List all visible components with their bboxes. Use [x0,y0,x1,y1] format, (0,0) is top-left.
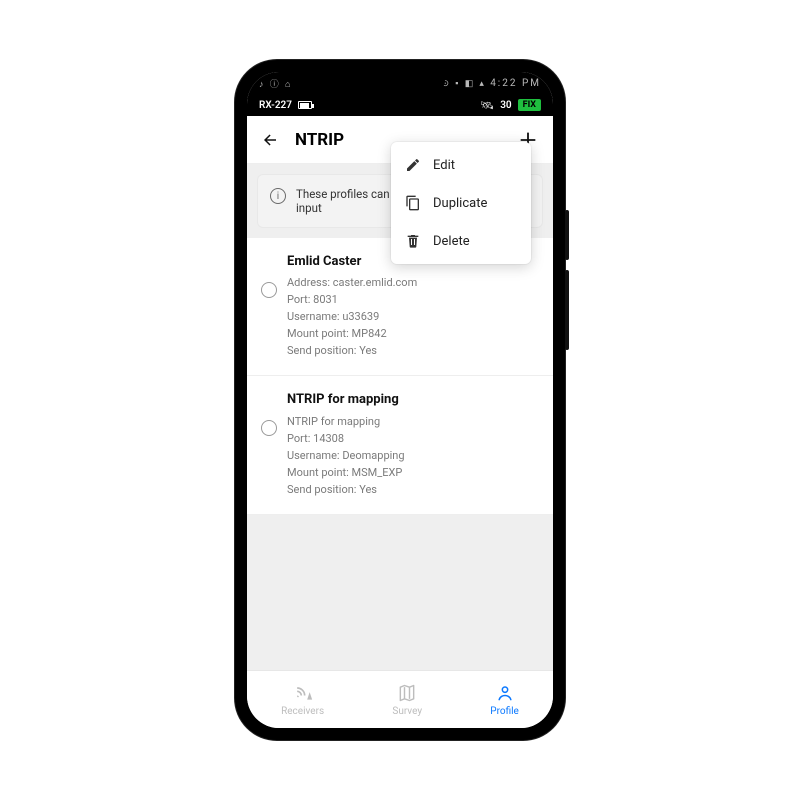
trash-icon [405,233,421,249]
profile-detail: Mount point: MP842 [287,325,417,342]
fix-status-badge: FIX [518,99,541,111]
profile-title: NTRIP for mapping [287,390,405,410]
nav-label: Receivers [281,706,324,717]
phone-side-button [565,270,569,350]
profile-detail: Mount point: MSM_EXP [287,464,405,481]
radio-select[interactable] [261,282,277,298]
app-statusbar: RX-227 🛰 30 FIX [247,94,553,116]
bottom-nav: Receivers Survey Profile [247,670,553,728]
nav-label: Survey [392,706,422,717]
satellite-icon: 🛰 [480,99,494,112]
context-menu: Edit Duplicate Delete [391,164,531,264]
context-menu-label: Duplicate [433,196,487,211]
profile-body: NTRIP for mapping NTRIP for mapping Port… [287,390,405,497]
nav-profile[interactable]: Profile [490,683,519,717]
context-menu-edit[interactable]: Edit [391,164,531,184]
profile-detail: Address: caster.emlid.com [287,274,417,291]
profile-body: Emlid Caster Address: caster.emlid.com P… [287,252,417,359]
profile-detail: Username: u33639 [287,308,417,325]
context-menu-label: Delete [433,234,470,249]
context-menu-duplicate[interactable]: Duplicate [391,184,531,222]
profile-detail: Send position: Yes [287,342,417,359]
context-menu-label: Edit [433,164,455,173]
user-icon [495,683,515,703]
phone-notch [355,72,445,94]
profiles-list: Emlid Caster Address: caster.emlid.com P… [247,238,553,515]
phone-frame: ♪ ⓘ ⌂ ⊙ ▪ ◧ ▴ 4:22 PM RX-227 🛰 30 FIX N [235,60,565,740]
profile-detail: Send position: Yes [287,481,405,498]
system-icons: ⊙ ▪ ◧ ▴ [442,79,486,89]
screen: ♪ ⓘ ⌂ ⊙ ▪ ◧ ▴ 4:22 PM RX-227 🛰 30 FIX N [247,72,553,728]
status-left-icons: ♪ ⓘ ⌂ [259,77,292,90]
content-area: i These profiles can be used only for co… [247,164,553,670]
nav-receivers[interactable]: Receivers [281,683,324,717]
profile-item[interactable]: NTRIP for mapping NTRIP for mapping Port… [247,376,553,514]
map-icon [397,683,417,703]
status-right-group: ⊙ ▪ ◧ ▴ 4:22 PM [442,78,542,89]
copy-icon [405,195,421,211]
profile-detail: NTRIP for mapping [287,413,405,430]
device-name: RX-227 [259,100,292,111]
arrow-left-icon [261,130,279,150]
back-button[interactable] [261,131,279,149]
info-icon: i [270,188,286,204]
profile-detail: Port: 14308 [287,430,405,447]
antenna-icon [293,683,313,703]
profile-detail: Port: 8031 [287,291,417,308]
profile-detail: Username: Deomapping [287,447,405,464]
satellite-count: 30 [500,100,511,111]
phone-side-button [565,210,569,260]
radio-select[interactable] [261,420,277,436]
battery-icon [298,101,312,109]
clock: 4:22 PM [490,78,541,89]
context-menu-delete[interactable]: Delete [391,222,531,260]
nav-label: Profile [490,706,519,717]
nav-survey[interactable]: Survey [392,683,422,717]
pencil-icon [405,164,421,173]
